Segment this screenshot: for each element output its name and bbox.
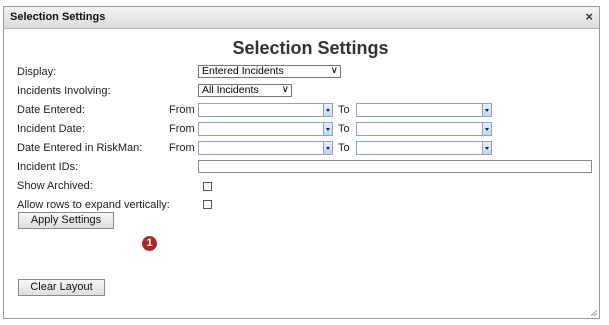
date-entered-to-label: To xyxy=(338,104,350,116)
date-entered-from-input[interactable] xyxy=(198,103,333,117)
dropdown-arrow-icon[interactable] xyxy=(482,123,491,135)
show-archived-checkbox[interactable] xyxy=(203,182,212,191)
dialog-titlebar: Selection Settings × xyxy=(4,7,599,29)
apply-settings-button[interactable]: Apply Settings xyxy=(18,212,114,229)
dropdown-arrow-icon[interactable] xyxy=(482,104,491,116)
incidents-involving-label: Incidents Involving: xyxy=(17,85,111,97)
incidents-involving-value: All Incidents xyxy=(202,84,259,96)
dropdown-arrow-icon[interactable] xyxy=(323,142,332,154)
chevron-down-icon: ∨ xyxy=(330,65,338,76)
expand-rows-checkbox[interactable] xyxy=(203,200,212,209)
chevron-down-icon: ∨ xyxy=(281,84,289,95)
date-entered-riskman-from-input[interactable] xyxy=(198,141,333,155)
dialog-title: Selection Settings xyxy=(10,11,106,23)
dropdown-arrow-icon[interactable] xyxy=(323,123,332,135)
display-select-value: Entered Incidents xyxy=(202,65,284,77)
incident-ids-label: Incident IDs: xyxy=(17,161,79,173)
incident-date-from-label: From xyxy=(169,123,195,135)
date-entered-riskman-to-label: To xyxy=(338,142,350,154)
close-icon[interactable]: × xyxy=(585,9,593,24)
clear-layout-button[interactable]: Clear Layout xyxy=(18,279,105,296)
date-entered-riskman-to-input[interactable] xyxy=(356,141,492,155)
page-title: Selection Settings xyxy=(232,38,389,58)
display-select[interactable]: Entered Incidents ∨ xyxy=(198,65,341,78)
step-marker-badge: 1 xyxy=(142,236,157,251)
date-entered-to-input[interactable] xyxy=(356,103,492,117)
date-entered-riskman-label: Date Entered in RiskMan: xyxy=(17,142,143,154)
incident-ids-input[interactable] xyxy=(198,160,592,173)
date-entered-label: Date Entered: xyxy=(17,104,85,116)
dropdown-arrow-icon[interactable] xyxy=(482,142,491,154)
incident-date-from-input[interactable] xyxy=(198,122,333,136)
incident-date-to-input[interactable] xyxy=(356,122,492,136)
selection-settings-dialog: Selection Settings × Selection Settings … xyxy=(3,6,600,319)
show-archived-label: Show Archived: xyxy=(17,180,93,192)
incidents-involving-select[interactable]: All Incidents ∨ xyxy=(198,84,292,97)
display-label: Display: xyxy=(17,66,57,78)
incident-date-label: Incident Date: xyxy=(17,123,85,135)
incident-date-to-label: To xyxy=(338,123,350,135)
date-entered-riskman-from-label: From xyxy=(169,142,195,154)
dropdown-arrow-icon[interactable] xyxy=(323,104,332,116)
resize-grip-icon[interactable] xyxy=(591,310,597,316)
expand-rows-label: Allow rows to expand vertically: xyxy=(17,199,170,211)
date-entered-from-label: From xyxy=(169,104,195,116)
